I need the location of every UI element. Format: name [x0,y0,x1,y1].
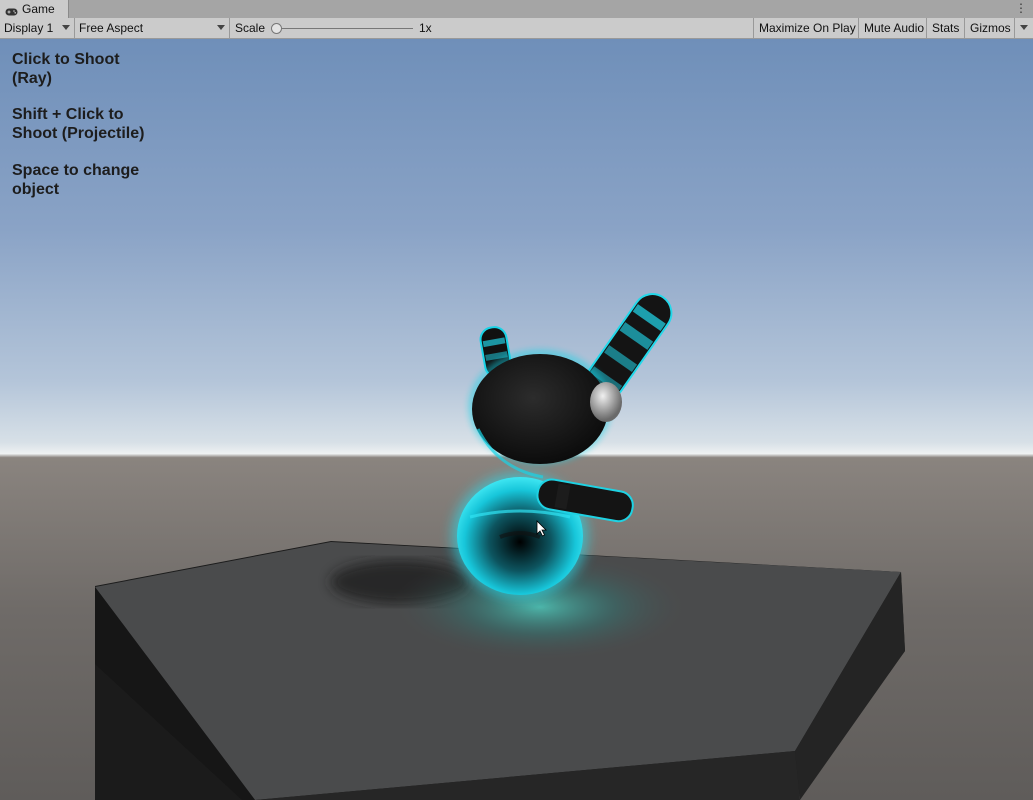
chevron-down-icon [62,25,70,30]
hint-click-to-shoot: Click to Shoot (Ray) [12,51,120,87]
glowing-rabbit-character [452,293,673,599]
scene-render [95,293,905,800]
scale-slider-track[interactable] [276,28,413,29]
gamepad-icon [5,5,18,16]
hint-shift-click: Shift + Click to Shoot (Projectile) [12,106,145,142]
gizmos-button[interactable]: Gizmos [964,18,1016,38]
maximize-on-play-button[interactable]: Maximize On Play [753,18,861,38]
scale-slider-thumb[interactable] [271,23,282,34]
tab-game[interactable]: Game [0,0,69,18]
more-options-icon[interactable]: ⋮ [1015,2,1027,14]
stats-button[interactable]: Stats [926,18,964,38]
game-toolbar: Display 1 Free Aspect Scale 1x Maximize … [0,18,1033,39]
aspect-dropdown[interactable]: Free Aspect [75,18,230,38]
game-viewport[interactable]: Click to Shoot (Ray) Shift + Click to Sh… [0,39,1033,800]
chevron-down-icon [1020,25,1028,30]
hint-space-change: Space to change object [12,162,140,198]
scale-value: 1x [419,21,432,35]
scale-label: Scale [235,21,266,35]
aspect-dropdown-label: Free Aspect [79,21,144,35]
tab-label: Game [22,2,55,16]
display-dropdown-label: Display 1 [4,21,54,35]
tab-bar: Game ⋮ [0,0,1033,19]
gizmos-dropdown[interactable] [1014,18,1033,38]
chevron-down-icon [217,25,225,30]
mute-audio-button[interactable]: Mute Audio [858,18,929,38]
display-dropdown[interactable]: Display 1 [0,18,75,38]
